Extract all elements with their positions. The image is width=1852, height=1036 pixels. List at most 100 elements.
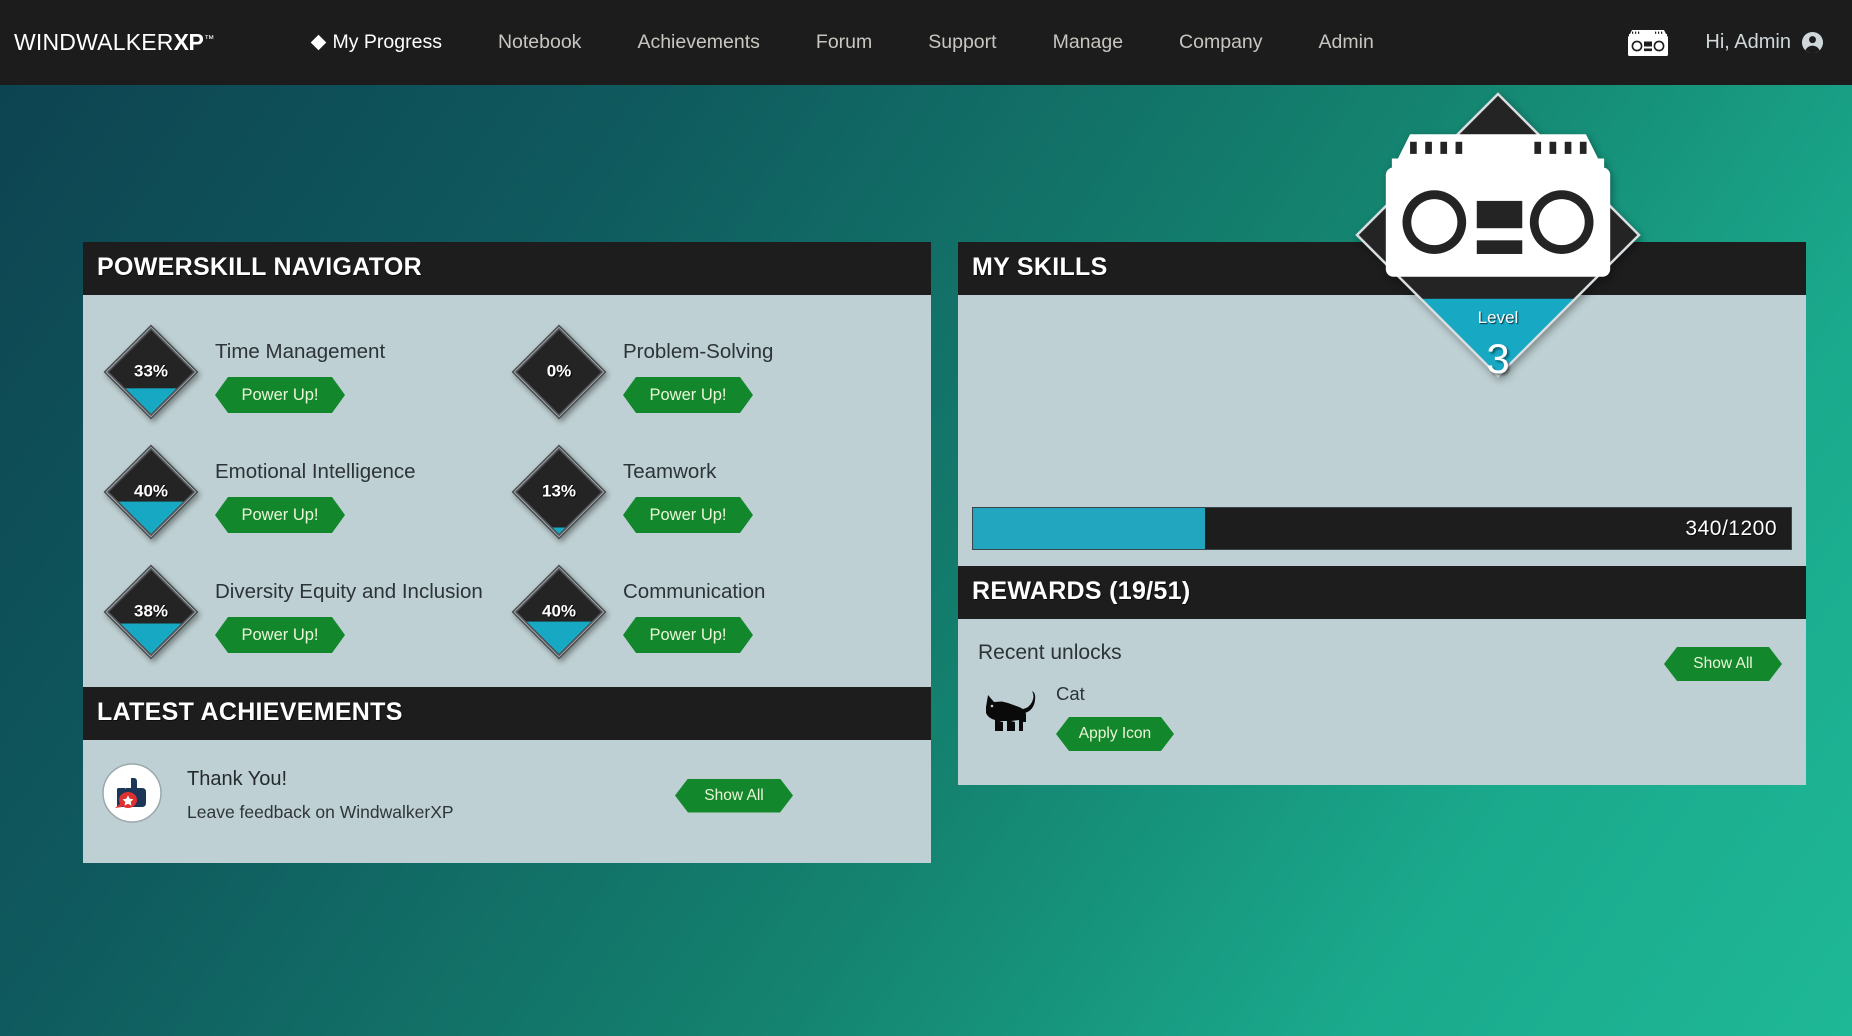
- latest-achievements-panel: LATEST ACHIEVEMENTS Thank You! Leave fee…: [83, 687, 931, 863]
- reward-texts: Cat Apply Icon: [1056, 681, 1174, 751]
- power-up-button[interactable]: Power Up!: [623, 497, 753, 533]
- skill-row: 40% Emotional Intelligence Power Up!: [99, 435, 507, 549]
- active-nav-diamond-icon: [310, 34, 326, 51]
- power-up-button[interactable]: Power Up!: [215, 617, 345, 653]
- right-column: MY SKILLS 340/1200 REWARDS (19/51) Recen…: [958, 92, 1806, 785]
- skill-progress-diamond: 40%: [511, 564, 607, 660]
- nav-item-manage[interactable]: Manage: [1025, 31, 1151, 54]
- thumbs-up-badge-icon-svg: [102, 763, 162, 823]
- nav-item-label: Admin: [1318, 31, 1374, 53]
- boombox-icon[interactable]: [1625, 27, 1671, 59]
- rewards-body: Recent unlocks Cat Apply Icon Show All: [958, 619, 1806, 785]
- powerskill-navigator-body: 33% Time Management Power Up! 0% Problem-Sol…: [83, 295, 931, 687]
- left-column: POWERSKILL NAVIGATOR 33% Time Management P…: [83, 242, 931, 863]
- power-up-button[interactable]: Power Up!: [215, 377, 345, 413]
- skill-name-label: Teamwork: [623, 460, 717, 483]
- rewards-panel: REWARDS (19/51) Recent unlocks Cat Apply…: [958, 566, 1806, 785]
- rewards-actions: Show All: [1664, 647, 1782, 681]
- app-logo[interactable]: WINDWALKER XP ™: [14, 29, 215, 56]
- powerskill-navigator-title: POWERSKILL NAVIGATOR: [83, 242, 931, 295]
- achievement-description: Leave feedback on WindwalkerXP: [187, 802, 454, 822]
- rewards-show-all-button[interactable]: Show All: [1664, 647, 1782, 681]
- skill-progress-diamond: 0%: [511, 324, 607, 420]
- skill-progress-diamond-svg: [511, 444, 607, 540]
- logo-main-text: WINDWALKER: [14, 29, 174, 55]
- boombox-icon-svg: [1628, 29, 1669, 56]
- nav-item-admin[interactable]: Admin: [1291, 31, 1402, 54]
- nav-item-label: Notebook: [497, 31, 582, 53]
- skill-row: 33% Time Management Power Up!: [99, 315, 507, 429]
- nav-item-label: Manage: [1052, 31, 1124, 53]
- power-up-button[interactable]: Power Up!: [215, 497, 345, 533]
- achievement-row: Thank You! Leave feedback on WindwalkerX…: [83, 740, 931, 863]
- logo-xp-text: XP: [173, 29, 204, 55]
- rewards-title: REWARDS (19/51): [958, 566, 1806, 619]
- cat-icon-svg: [986, 691, 1036, 731]
- skill-progress-diamond-svg: [511, 564, 607, 660]
- skill-name-label: Communication: [623, 580, 766, 603]
- skill-text-block: Teamwork Power Up!: [623, 444, 753, 533]
- user-avatar-icon: [1801, 31, 1824, 54]
- nav-item-forum[interactable]: Forum: [788, 31, 900, 54]
- latest-achievements-body: Thank You! Leave feedback on WindwalkerX…: [83, 740, 931, 863]
- nav-item-my-progress[interactable]: My Progress: [285, 31, 470, 54]
- skill-text-block: Emotional Intelligence Power Up!: [215, 444, 416, 533]
- skill-row: 38% Diversity Equity and Inclusion Power U…: [99, 555, 507, 669]
- nav-item-label: Forum: [815, 31, 873, 53]
- achievement-texts: Thank You! Leave feedback on WindwalkerX…: [187, 768, 675, 823]
- powerskill-navigator-panel: POWERSKILL NAVIGATOR 33% Time Management P…: [83, 242, 931, 687]
- skill-progress-diamond: 13%: [511, 444, 607, 540]
- logo-trademark-text: ™: [204, 34, 215, 45]
- nav-item-support[interactable]: Support: [900, 31, 1024, 54]
- skill-text-block: Diversity Equity and Inclusion Power Up!: [215, 564, 483, 653]
- cat-icon: [978, 681, 1040, 744]
- skill-name-label: Time Management: [215, 340, 386, 363]
- reward-item-name: Cat: [1056, 683, 1085, 704]
- nav-links: My Progress Notebook Achievements Forum Supp…: [285, 31, 1402, 54]
- skill-name-label: Emotional Intelligence: [215, 460, 416, 483]
- skill-progress-diamond-svg: [103, 444, 199, 540]
- skill-text-block: Time Management Power Up!: [215, 324, 385, 413]
- nav-right-group: Hi, Admin: [1625, 27, 1824, 59]
- xp-progress-section: 340/1200: [958, 495, 1806, 566]
- thumbs-up-badge-icon: [101, 762, 187, 829]
- power-up-button[interactable]: Power Up!: [623, 617, 753, 653]
- skill-text-block: Communication Power Up!: [623, 564, 765, 653]
- skill-name-label: Problem-Solving: [623, 340, 774, 363]
- skill-progress-diamond-svg: [511, 324, 607, 420]
- level-badge-svg: [1355, 92, 1641, 378]
- skill-name-label: Diversity Equity and Inclusion: [215, 580, 483, 603]
- xp-progress-label: 340/1200: [1685, 516, 1777, 540]
- achievements-show-all-button[interactable]: Show All: [675, 779, 793, 813]
- reward-item-row: Cat Apply Icon: [978, 681, 1786, 751]
- nav-item-notebook[interactable]: Notebook: [470, 31, 609, 54]
- skill-text-block: Problem-Solving Power Up!: [623, 324, 773, 413]
- user-greeting[interactable]: Hi, Admin: [1705, 31, 1824, 54]
- skills-grid: 33% Time Management Power Up! 0% Problem-Sol…: [83, 295, 931, 687]
- level-badge[interactable]: Level 3: [1353, 90, 1643, 380]
- skill-progress-diamond-svg: [103, 564, 199, 660]
- nav-item-achievements[interactable]: Achievements: [609, 31, 787, 54]
- skill-row: 13% Teamwork Power Up!: [507, 435, 915, 549]
- nav-item-label: My Progress: [332, 31, 442, 53]
- user-avatar-icon-svg: [1801, 31, 1824, 54]
- nav-item-company[interactable]: Company: [1151, 31, 1290, 54]
- skill-progress-diamond: 38%: [103, 564, 199, 660]
- achievement-title: Thank You!: [187, 768, 288, 790]
- skill-row: 0% Problem-Solving Power Up!: [507, 315, 915, 429]
- nav-item-label: Achievements: [637, 31, 760, 53]
- power-up-button[interactable]: Power Up!: [623, 377, 753, 413]
- user-greeting-label: Hi, Admin: [1705, 31, 1791, 53]
- latest-achievements-title: LATEST ACHIEVEMENTS: [83, 687, 931, 740]
- xp-progress-fill: [973, 508, 1205, 549]
- achievement-actions: Show All: [675, 779, 793, 813]
- skill-progress-diamond: 33%: [103, 324, 199, 420]
- skill-progress-diamond-svg: [103, 324, 199, 420]
- nav-item-label: Support: [928, 31, 997, 53]
- nav-item-label: Company: [1179, 31, 1263, 53]
- top-navigation-bar: WINDWALKER XP ™ My Progress Notebook Achieve…: [0, 0, 1852, 85]
- apply-icon-button[interactable]: Apply Icon: [1056, 717, 1174, 751]
- skill-row: 40% Communication Power Up!: [507, 555, 915, 669]
- skill-progress-diamond: 40%: [103, 444, 199, 540]
- xp-progress-bar[interactable]: 340/1200: [972, 507, 1792, 550]
